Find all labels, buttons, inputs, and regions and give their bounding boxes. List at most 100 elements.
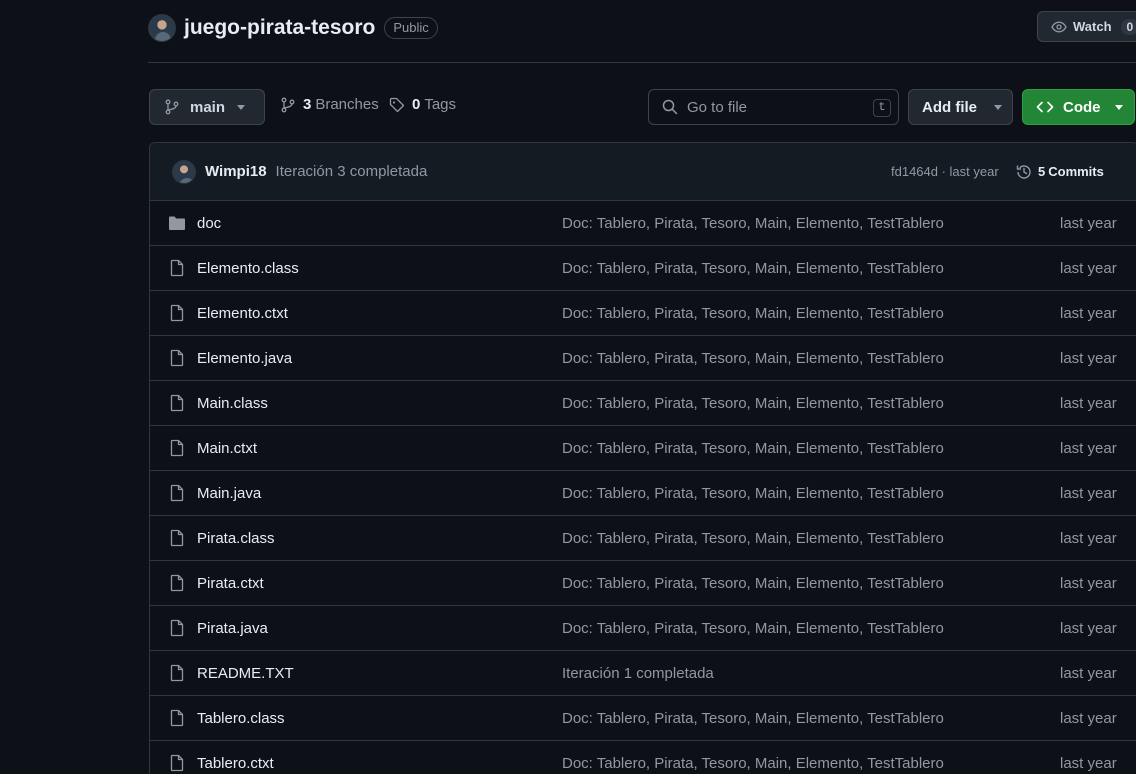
file-commit-message[interactable]: Doc: Tablero, Pirata, Tesoro, Main, Elem… xyxy=(562,440,944,457)
file-icon xyxy=(168,664,186,682)
file-commit-date: last year xyxy=(1060,214,1117,232)
file-commit-message[interactable]: Doc: Tablero, Pirata, Tesoro, Main, Elem… xyxy=(562,710,944,727)
watch-count: 0 xyxy=(1120,18,1136,35)
file-table: Wimpi18 Iteración 3 completada fd1464d ·… xyxy=(149,142,1136,774)
file-name-link[interactable]: Elemento.ctxt xyxy=(197,305,288,322)
file-row[interactable]: Pirata.class Doc: Tablero, Pirata, Tesoro… xyxy=(150,516,1136,561)
file-icon xyxy=(168,709,186,727)
file-commit-message[interactable]: Doc: Tablero, Pirata, Tesoro, Main, Elem… xyxy=(562,620,944,637)
file-commit-date: last year xyxy=(1060,439,1117,457)
add-file-button[interactable]: Add file xyxy=(908,89,1013,125)
file-commit-date: last year xyxy=(1060,259,1117,277)
file-name-link[interactable]: README.TXT xyxy=(197,665,294,682)
file-commit-date: last year xyxy=(1060,574,1117,592)
file-commit-message[interactable]: Doc: Tablero, Pirata, Tesoro, Main, Elem… xyxy=(562,575,944,592)
file-commit-message[interactable]: Doc: Tablero, Pirata, Tesoro, Main, Elem… xyxy=(562,350,944,367)
commits-count: 5 xyxy=(1038,164,1046,179)
file-row[interactable]: doc Doc: Tablero, Pirata, Tesoro, Main, E… xyxy=(150,201,1136,246)
file-name-link[interactable]: Elemento.class xyxy=(197,260,299,277)
git-branch-icon xyxy=(165,99,179,115)
file-icon xyxy=(168,349,186,367)
commit-author[interactable]: Wimpi18 xyxy=(205,163,267,180)
header-divider xyxy=(148,62,1136,63)
file-name-link[interactable]: Pirata.class xyxy=(197,530,275,547)
file-commit-date: last year xyxy=(1060,484,1117,502)
file-icon xyxy=(168,529,186,547)
file-icon xyxy=(168,439,186,457)
file-name-link[interactable]: Tablero.ctxt xyxy=(197,755,274,772)
file-commit-date: last year xyxy=(1060,754,1117,772)
file-row[interactable]: Pirata.java Doc: Tablero, Pirata, Tesoro,… xyxy=(150,606,1136,651)
file-commit-message[interactable]: Doc: Tablero, Pirata, Tesoro, Main, Elem… xyxy=(562,530,944,547)
file-icon xyxy=(168,754,186,772)
file-commit-message[interactable]: Doc: Tablero, Pirata, Tesoro, Main, Elem… xyxy=(562,755,944,772)
file-row[interactable]: Tablero.ctxt Doc: Tablero, Pirata, Tesoro… xyxy=(150,741,1136,774)
git-branch-icon xyxy=(281,97,295,112)
watch-label: Watch xyxy=(1073,19,1112,34)
go-to-file-search[interactable]: t xyxy=(648,89,899,125)
file-commit-message[interactable]: Doc: Tablero, Pirata, Tesoro, Main, Elem… xyxy=(562,305,944,322)
tags-link[interactable]: 0 Tags xyxy=(389,96,456,113)
file-name-link[interactable]: Main.java xyxy=(197,485,261,502)
file-commit-date: last year xyxy=(1060,664,1117,682)
repo-name[interactable]: juego-pirata-tesoro xyxy=(184,16,375,40)
file-icon xyxy=(168,484,186,502)
file-icon xyxy=(168,259,186,277)
repo-header: juego-pirata-tesoro Public xyxy=(148,12,438,44)
file-commit-message[interactable]: Doc: Tablero, Pirata, Tesoro, Main, Elem… xyxy=(562,215,944,232)
file-row[interactable]: Elemento.java Doc: Tablero, Pirata, Tesor… xyxy=(150,336,1136,381)
code-button[interactable]: Code xyxy=(1022,89,1135,125)
file-name-link[interactable]: Main.class xyxy=(197,395,268,412)
search-input[interactable] xyxy=(687,98,847,116)
file-commit-date: last year xyxy=(1060,394,1117,412)
owner-avatar[interactable] xyxy=(148,14,176,42)
commits-history-link[interactable]: 5 Commits xyxy=(1015,163,1104,181)
commit-author-avatar[interactable] xyxy=(172,159,196,184)
file-commit-date: last year xyxy=(1060,304,1117,322)
watch-button[interactable]: Watch 0 xyxy=(1037,11,1136,42)
file-row[interactable]: Tablero.class Doc: Tablero, Pirata, Tesor… xyxy=(150,696,1136,741)
file-icon xyxy=(168,394,186,412)
chevron-down-icon xyxy=(1114,104,1123,110)
chevron-down-icon xyxy=(237,104,246,110)
tag-icon xyxy=(389,97,405,112)
keyboard-shortcut-hint: t xyxy=(873,99,891,117)
latest-commit-bar: Wimpi18 Iteración 3 completada fd1464d ·… xyxy=(150,143,1136,201)
branches-link[interactable]: 3 Branches xyxy=(280,96,379,113)
file-commit-date: last year xyxy=(1060,709,1117,727)
file-name-link[interactable]: doc xyxy=(197,215,221,232)
file-name-link[interactable]: Elemento.java xyxy=(197,350,292,367)
file-name-link[interactable]: Pirata.ctxt xyxy=(197,575,264,592)
visibility-badge: Public xyxy=(384,17,438,39)
file-icon xyxy=(168,304,186,322)
commit-hash-date[interactable]: fd1464d · last year xyxy=(891,164,999,179)
file-commit-date: last year xyxy=(1060,529,1117,547)
branch-selector[interactable]: main xyxy=(149,89,265,125)
file-row[interactable]: Elemento.ctxt Doc: Tablero, Pirata, Tesor… xyxy=(150,291,1136,336)
file-row[interactable]: Main.java Doc: Tablero, Pirata, Tesoro, M… xyxy=(150,471,1136,516)
file-name-link[interactable]: Main.ctxt xyxy=(197,440,257,457)
tags-count: 0 xyxy=(412,96,421,113)
file-icon xyxy=(168,574,186,592)
eye-icon xyxy=(1051,21,1067,32)
history-icon xyxy=(1016,164,1031,179)
file-commit-message[interactable]: Doc: Tablero, Pirata, Tesoro, Main, Elem… xyxy=(562,485,944,502)
chevron-down-icon xyxy=(994,104,1002,110)
file-name-link[interactable]: Pirata.java xyxy=(197,620,268,637)
add-file-label: Add file xyxy=(922,98,977,116)
file-commit-message[interactable]: Doc: Tablero, Pirata, Tesoro, Main, Elem… xyxy=(562,260,944,277)
branches-label: Branches xyxy=(315,96,379,113)
file-commit-message[interactable]: Iteración 1 completada xyxy=(562,665,714,682)
file-name-link[interactable]: Tablero.class xyxy=(197,710,285,727)
search-icon xyxy=(662,99,678,115)
file-row[interactable]: Elemento.class Doc: Tablero, Pirata, Teso… xyxy=(150,246,1136,291)
commit-message[interactable]: Iteración 3 completada xyxy=(276,163,428,180)
file-commit-message[interactable]: Doc: Tablero, Pirata, Tesoro, Main, Elem… xyxy=(562,395,944,412)
file-icon xyxy=(168,619,186,637)
file-row[interactable]: Pirata.ctxt Doc: Tablero, Pirata, Tesoro,… xyxy=(150,561,1136,606)
file-row[interactable]: README.TXT Iteración 1 completada last yea… xyxy=(150,651,1136,696)
file-row[interactable]: Main.ctxt Doc: Tablero, Pirata, Tesoro, M… xyxy=(150,426,1136,471)
file-row[interactable]: Main.class Doc: Tablero, Pirata, Tesoro, … xyxy=(150,381,1136,426)
repo-page: juego-pirata-tesoro Public Watch 0 main … xyxy=(0,0,1136,774)
file-list: doc Doc: Tablero, Pirata, Tesoro, Main, E… xyxy=(150,201,1136,774)
